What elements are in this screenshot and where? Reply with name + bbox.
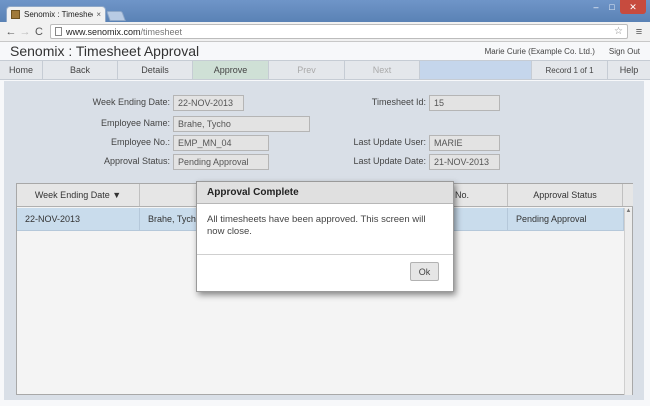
employee-name-label: Employee Name:	[100, 118, 170, 128]
browser-menu-icon[interactable]: ≡	[632, 26, 646, 38]
user-info: Marie Curie (Example Co. Ltd.)	[484, 46, 595, 56]
record-counter: Record 1 of 1	[532, 61, 608, 79]
home-button[interactable]: Home	[0, 61, 43, 79]
url-host: www.senomix.com	[66, 26, 141, 37]
address-bar[interactable]: www.senomix.com/timesheet ☆	[50, 24, 628, 39]
details-button[interactable]: Details	[118, 61, 193, 79]
week-ending-field: 22-NOV-2013	[173, 95, 244, 111]
minimize-icon[interactable]: –	[588, 0, 604, 14]
timesheet-id-label: Timesheet Id:	[371, 97, 426, 107]
approval-status-label: Approval Status:	[103, 156, 170, 166]
sign-out-link[interactable]: Sign Out	[609, 47, 640, 56]
dialog-footer: Ok	[197, 255, 453, 291]
help-button[interactable]: Help	[608, 61, 650, 79]
last-update-user-field: MARIE	[429, 135, 500, 151]
menu-bar: Home Back Details Approve Prev Next Reco…	[0, 60, 650, 80]
reload-icon[interactable]: C	[32, 26, 46, 38]
timesheet-id-field: 15	[429, 95, 500, 111]
employee-no-field: EMP_MN_04	[173, 135, 269, 151]
browser-titlebar: Senomix : Timesheet Appr × – □ ✕	[0, 0, 650, 22]
ok-button[interactable]: Ok	[410, 262, 439, 281]
url-path: /timesheet	[140, 26, 183, 37]
header-scroll-spacer	[623, 184, 633, 206]
window-controls: – □ ✕	[588, 0, 646, 14]
column-header-week-ending[interactable]: Week Ending Date ▼	[17, 184, 140, 206]
approve-button[interactable]: Approve	[193, 61, 269, 79]
column-header-approval-status[interactable]: Approval Status	[508, 184, 623, 206]
last-update-user-label: Last Update User:	[353, 137, 426, 147]
employee-name-field: Brahe, Tycho	[173, 116, 310, 132]
menu-spacer	[420, 61, 532, 79]
tab-title: Senomix : Timesheet Appr	[24, 10, 93, 19]
tab-close-icon[interactable]: ×	[96, 10, 101, 19]
prev-button[interactable]: Prev	[269, 61, 345, 79]
back-button[interactable]: Back	[43, 61, 118, 79]
app-header: Senomix : Timesheet Approval Marie Curie…	[0, 42, 650, 60]
dialog-message: All timesheets have been approved. This …	[197, 204, 453, 255]
column-header-no[interactable]: No.	[451, 184, 508, 206]
page-icon	[55, 27, 62, 36]
cell-approval-status: Pending Approval	[508, 208, 624, 230]
new-tab-button[interactable]	[106, 11, 126, 21]
week-ending-label: Week Ending Date:	[92, 97, 170, 107]
scroll-up-icon[interactable]: ▲	[625, 208, 632, 214]
close-window-icon[interactable]: ✕	[620, 0, 646, 14]
approval-status-field: Pending Approval	[173, 154, 269, 170]
back-arrow-icon[interactable]: ←	[4, 26, 18, 38]
last-update-date-label: Last Update Date:	[353, 156, 426, 166]
cell-no	[451, 208, 508, 230]
page-title: Senomix : Timesheet Approval	[10, 43, 200, 59]
approval-complete-dialog: Approval Complete All timesheets have be…	[196, 181, 454, 292]
maximize-icon[interactable]: □	[604, 0, 620, 14]
dialog-title: Approval Complete	[197, 182, 453, 204]
browser-tab[interactable]: Senomix : Timesheet Appr ×	[6, 6, 106, 22]
browser-toolbar: ← → C www.senomix.com/timesheet ☆ ≡	[0, 22, 650, 42]
forward-arrow-icon[interactable]: →	[18, 26, 32, 38]
next-button[interactable]: Next	[345, 61, 420, 79]
employee-no-label: Employee No.:	[110, 137, 170, 147]
cell-week-ending: 22-NOV-2013	[17, 208, 140, 230]
favicon-icon	[11, 10, 20, 19]
last-update-date-field: 21-NOV-2013	[429, 154, 500, 170]
bookmark-star-icon[interactable]: ☆	[614, 26, 623, 37]
grid-scrollbar[interactable]: ▲	[624, 208, 632, 395]
